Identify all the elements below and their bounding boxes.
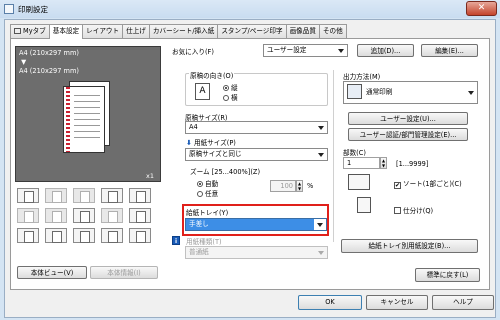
tab-quality[interactable]: 画像品質 <box>285 24 320 38</box>
chevron-down-icon <box>318 251 324 255</box>
tab-basic[interactable]: 基本設定 <box>48 24 84 39</box>
booklet-icon <box>45 208 67 223</box>
offset-icon <box>357 197 371 213</box>
tab-label: 仕上げ <box>126 27 146 35</box>
highlight-frame <box>182 204 329 236</box>
paper-size-label: ⬇ 用紙サイズ(P) <box>186 139 236 147</box>
radio-dot <box>197 181 203 187</box>
tab-label: スタンプ/ページ印字 <box>221 27 283 35</box>
copies-input[interactable]: 1 <box>343 157 380 169</box>
page-icon <box>73 208 95 223</box>
close-button[interactable]: ✕ <box>466 1 497 16</box>
tab-icon <box>14 28 21 34</box>
zoom-input: 100 <box>270 180 296 192</box>
preview-size-label: A4 (210x297 mm) ▼ A4 (210x297 mm) <box>19 49 79 75</box>
title-bar <box>0 0 500 18</box>
column-divider <box>333 70 334 242</box>
paper-type-label: 用紙種類(T) <box>186 238 222 246</box>
user-icon <box>73 228 95 243</box>
info-icon: i <box>172 236 180 245</box>
original-size-select[interactable]: A4 <box>185 121 328 134</box>
insert-icon <box>129 208 151 223</box>
tab-other[interactable]: その他 <box>318 24 347 38</box>
landscape-radio[interactable]: 横 <box>223 92 238 102</box>
chevron-down-icon <box>468 91 474 95</box>
tab-finishing[interactable]: 仕上げ <box>122 24 150 38</box>
auth-settings-button[interactable]: ユーザー認証/部門管理設定(E)... <box>348 128 468 141</box>
radio-dot <box>223 95 229 101</box>
fold-icon <box>17 208 39 223</box>
duplex-icon <box>101 188 123 203</box>
copies-stepper[interactable]: ▲ ▼ <box>380 157 387 169</box>
tab-layout[interactable]: レイアウト <box>82 24 124 38</box>
favorites-select[interactable]: ユーザー設定 <box>263 44 348 57</box>
cancel-button[interactable]: キャンセル <box>366 295 428 310</box>
print-icon <box>347 84 362 99</box>
tab-cover-insert[interactable]: カバーシート/挿入紙 <box>148 24 219 38</box>
tab-label: 基本設定 <box>52 27 80 35</box>
trash-icon <box>129 228 151 243</box>
edit-favorite-button[interactable]: 編集(E)... <box>421 44 478 57</box>
staple-icon <box>45 188 67 203</box>
combine-icon <box>129 188 151 203</box>
collate-checkbox[interactable]: ✔ ソート(1部ごと)(C) <box>394 178 462 189</box>
radio-dot <box>223 85 229 91</box>
zoom-manual-radio[interactable]: 任意 <box>197 188 218 198</box>
tray-paper-settings-button[interactable]: 給紙トレイ別用紙設定(B)... <box>341 239 478 253</box>
tab-mytab[interactable]: Myタブ <box>10 24 50 38</box>
zoom-stepper: ▲ ▼ <box>296 180 303 192</box>
checkbox-icon: ✔ <box>394 182 401 189</box>
portrait-radio[interactable]: 縦 <box>223 82 238 92</box>
output-tray-icon <box>17 188 39 203</box>
favorites-label: お気に入り(F) <box>172 48 214 56</box>
printer-icon <box>4 4 14 14</box>
tab-label: カバーシート/挿入紙 <box>152 27 215 35</box>
punch-icon <box>73 188 95 203</box>
output-method-select[interactable]: 通常印刷 <box>343 81 478 104</box>
chevron-down-icon <box>338 49 344 53</box>
paper-type-select: 普通紙 <box>185 246 328 259</box>
output-method-label: 出力方法(M) <box>343 73 381 81</box>
preview-scale: x1 <box>146 172 154 180</box>
tab-label: レイアウト <box>86 27 120 35</box>
paper-front-image <box>63 86 105 153</box>
restore-defaults-button[interactable]: 標準に戻す(L) <box>415 268 480 282</box>
cover-icon <box>101 208 123 223</box>
tab-label: その他 <box>322 27 343 35</box>
zoom-unit: % <box>307 182 314 190</box>
tab-label: Myタブ <box>23 27 46 35</box>
user-settings-button[interactable]: ユーザー設定(U)... <box>348 112 468 125</box>
lock-icon <box>101 228 123 243</box>
device-view-button[interactable]: 本体ビュー(V) <box>17 266 87 279</box>
device-icon <box>17 228 39 243</box>
checkbox-icon <box>394 207 401 214</box>
copies-label: 部数(C) <box>343 149 366 157</box>
chevron-down-icon <box>318 153 324 157</box>
collate-icon <box>348 174 370 190</box>
arrow-down-icon: ⬇ <box>186 139 192 147</box>
portrait-page-icon: A <box>195 83 210 100</box>
orientation-label: 原稿の向き(O) <box>189 70 235 80</box>
copies-range: [1...9999] <box>396 160 429 168</box>
tab-strip: Myタブ 基本設定 レイアウト 仕上げ カバーシート/挿入紙 スタンプ/ページ印… <box>10 24 347 39</box>
zoom-label: ズーム [25...400%](Z) <box>190 168 261 176</box>
add-favorite-button[interactable]: 追加(D)... <box>357 44 414 57</box>
device-info-button: 本体情報(I) <box>90 266 158 279</box>
help-button[interactable]: ヘルプ <box>432 295 494 310</box>
radio-dot <box>197 191 203 197</box>
window-title: 印刷設定 <box>18 5 48 14</box>
feature-icon-grid <box>17 188 159 243</box>
tab-stamp[interactable]: スタンプ/ページ印字 <box>217 24 287 38</box>
document-icon <box>45 228 67 243</box>
tab-label: 画像品質 <box>289 27 316 35</box>
zoom-auto-radio[interactable]: 自動 <box>197 178 218 188</box>
paper-size-select[interactable]: 原稿サイズと同じ <box>185 148 328 161</box>
ok-button[interactable]: OK <box>298 295 362 310</box>
offset-checkbox[interactable]: 仕分け(Q) <box>394 205 433 215</box>
chevron-down-icon <box>318 126 324 130</box>
